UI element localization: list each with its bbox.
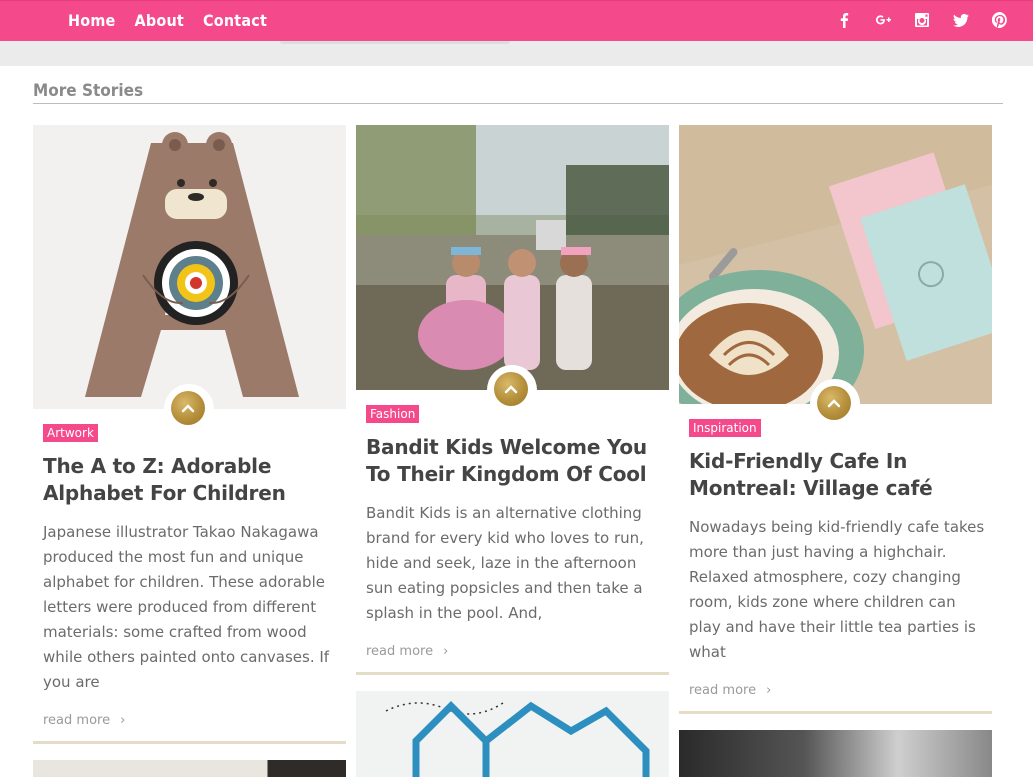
social-links bbox=[835, 11, 1009, 29]
category-tag[interactable]: Inspiration bbox=[689, 419, 761, 437]
section-title: More Stories bbox=[33, 81, 144, 101]
story-card: Inspiration Kid-Friendly Cafe In Montrea… bbox=[679, 125, 992, 777]
read-more-label: read more bbox=[689, 683, 757, 698]
story-excerpt: Japanese illustrator Takao Nakagawa prod… bbox=[43, 523, 330, 691]
story-image[interactable] bbox=[33, 125, 346, 409]
category-tag[interactable]: Artwork bbox=[43, 424, 98, 442]
story-title[interactable]: Bandit Kids Welcome You To Their Kingdom… bbox=[366, 434, 666, 488]
google-plus-icon[interactable] bbox=[874, 11, 892, 29]
top-nav-bar: Home About Contact bbox=[0, 0, 1033, 41]
pinterest-icon[interactable] bbox=[991, 11, 1009, 29]
instagram-icon[interactable] bbox=[913, 11, 931, 29]
story-card: Artwork The A to Z: Adorable Alphabet Fo… bbox=[33, 125, 346, 777]
chevron-up-icon bbox=[494, 372, 528, 406]
story-image[interactable] bbox=[679, 125, 992, 404]
story-card: Fashion Bandit Kids Welcome You To Their… bbox=[356, 125, 669, 777]
story-title[interactable]: Kid-Friendly Cafe In Montreal: Village c… bbox=[689, 448, 989, 502]
card-underline bbox=[33, 741, 346, 744]
section-divider bbox=[33, 103, 1003, 104]
chevron-up-icon bbox=[171, 391, 205, 425]
card-underline bbox=[679, 711, 992, 714]
facebook-icon[interactable] bbox=[835, 11, 853, 29]
chevron-right-icon: › bbox=[766, 683, 772, 698]
scroll-up-badge[interactable] bbox=[164, 384, 214, 434]
story-image[interactable] bbox=[356, 691, 669, 777]
twitter-icon[interactable] bbox=[952, 11, 970, 29]
scroll-up-badge[interactable] bbox=[810, 379, 860, 429]
story-title[interactable]: The A to Z: Adorable Alphabet For Childr… bbox=[43, 453, 343, 507]
nav-about-link[interactable]: About bbox=[135, 11, 184, 30]
category-tag[interactable]: Fashion bbox=[366, 405, 420, 423]
scroll-up-badge[interactable] bbox=[487, 365, 537, 415]
chevron-right-icon: › bbox=[443, 644, 449, 659]
read-more-label: read more bbox=[366, 644, 434, 659]
read-more-link[interactable]: read more › bbox=[366, 644, 448, 659]
story-excerpt: Bandit Kids is an alternative clothing b… bbox=[366, 504, 644, 622]
main-nav: Home About Contact bbox=[68, 11, 267, 30]
read-more-label: read more bbox=[43, 713, 111, 728]
chevron-right-icon: › bbox=[120, 713, 126, 728]
nav-home-link[interactable]: Home bbox=[68, 11, 116, 30]
card-underline bbox=[356, 672, 669, 675]
chevron-up-icon bbox=[817, 386, 851, 420]
read-more-link[interactable]: read more › bbox=[689, 683, 771, 698]
story-image[interactable] bbox=[356, 125, 669, 390]
story-image[interactable] bbox=[33, 760, 346, 777]
story-excerpt: Nowadays being kid-friendly cafe takes m… bbox=[689, 518, 985, 661]
header-strip bbox=[0, 41, 1033, 66]
read-more-link[interactable]: read more › bbox=[43, 713, 125, 728]
nav-contact-link[interactable]: Contact bbox=[203, 11, 267, 30]
story-image[interactable] bbox=[679, 730, 992, 777]
